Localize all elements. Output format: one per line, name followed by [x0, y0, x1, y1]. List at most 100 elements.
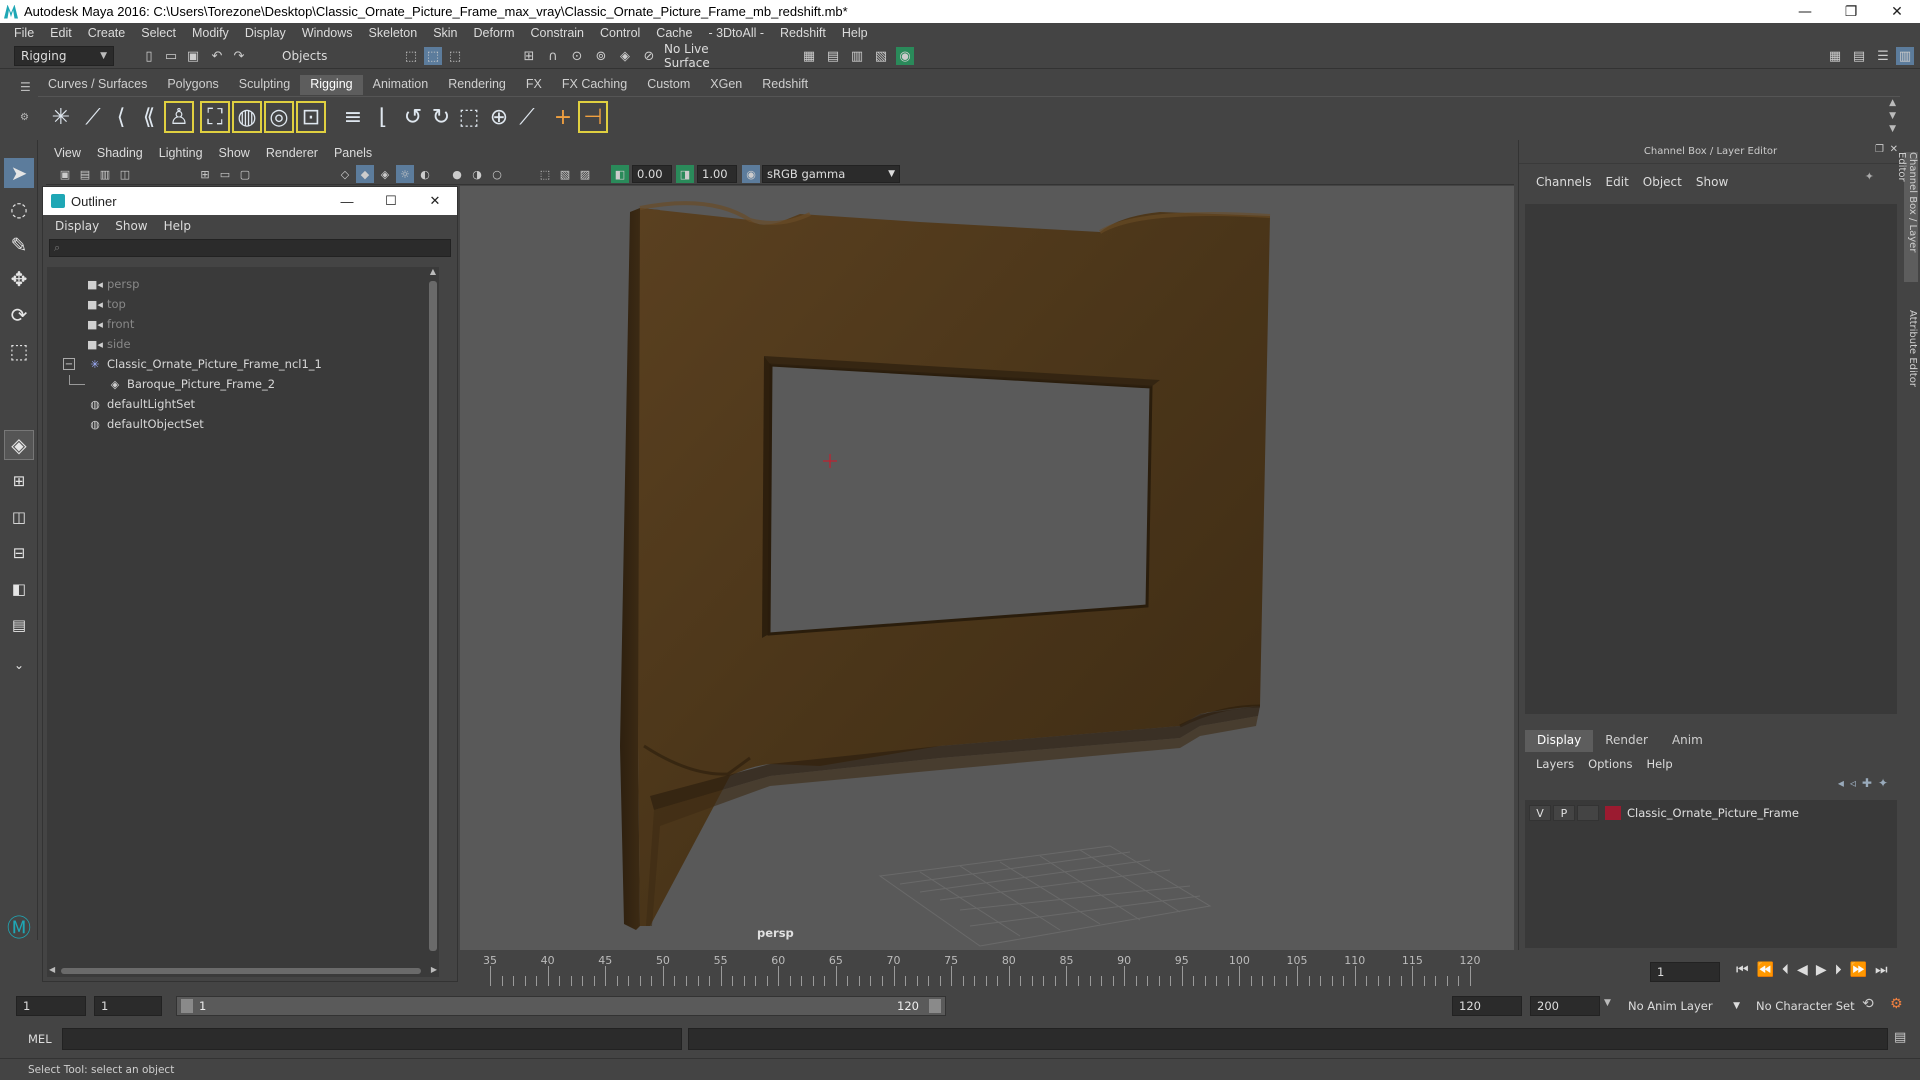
outliner-item-default-object-set[interactable]: ◍ defaultObjectSet — [87, 415, 204, 433]
joint-tool-icon[interactable]: ✳ — [46, 101, 76, 133]
toggle-channel-box-icon[interactable]: ▥ — [1896, 47, 1914, 65]
outliner-item-baroque-mesh[interactable]: ◈ Baroque_Picture_Frame_2 — [107, 375, 275, 393]
shelf-tab-fx[interactable]: FX — [516, 75, 552, 95]
command-input[interactable] — [62, 1028, 682, 1050]
snap-surface-icon[interactable]: ◈ — [616, 47, 634, 65]
play-back-icon[interactable]: ◀ — [1797, 962, 1808, 978]
perspective-viewport[interactable]: persp — [460, 186, 1514, 950]
insert-joint-icon[interactable]: ⌊ — [368, 101, 398, 133]
constraint-icon[interactable]: ⊣ — [578, 101, 608, 133]
paint-weights-icon[interactable]: ⊡ — [296, 101, 326, 133]
picture-frame-model[interactable] — [620, 201, 1271, 930]
channel-box-area[interactable] — [1525, 204, 1897, 714]
menu-cache[interactable]: Cache — [648, 26, 700, 40]
image-plane-icon[interactable]: ▥ — [96, 165, 114, 183]
snap-curve-icon[interactable]: ∩ — [544, 47, 562, 65]
shelf-tab-custom[interactable]: Custom — [637, 75, 700, 95]
paint-select-icon[interactable]: ✎ — [4, 230, 34, 260]
menu-file[interactable]: File — [6, 26, 42, 40]
minimize-button[interactable]: — — [1782, 0, 1828, 23]
toggle-modeling-toolkit-icon[interactable]: ▦ — [1826, 47, 1844, 65]
new-layer-selected-icon[interactable]: ✦ — [1878, 776, 1888, 790]
outliner-minimize-button[interactable]: — — [325, 194, 369, 209]
shelf-tab-animation[interactable]: Animation — [363, 75, 439, 95]
outliner-vertical-scrollbar[interactable]: ▲ ▼ — [427, 267, 439, 973]
menu-skeleton[interactable]: Skeleton — [361, 26, 426, 40]
shelf-tab-sculpting[interactable]: Sculpting — [229, 75, 300, 95]
gamma-icon[interactable]: ◨ — [676, 165, 694, 183]
render-view-icon[interactable]: ▧ — [872, 47, 890, 65]
scroll-right-arrow-icon[interactable]: ▶ — [431, 965, 437, 974]
textured-icon[interactable]: ◈ — [376, 165, 394, 183]
menu-help[interactable]: Help — [834, 26, 876, 40]
color-space-dropdown[interactable]: sRGB gamma ▼ — [762, 165, 900, 183]
ik-handle-icon[interactable]: ⟋ — [78, 101, 108, 133]
show-manipulator-icon[interactable]: ◈ — [4, 430, 34, 460]
layers-menu[interactable]: Layers — [1529, 757, 1581, 771]
auto-key-icon[interactable]: ⟲ — [1862, 996, 1874, 1012]
bookmark-icon[interactable]: ▤ — [76, 165, 94, 183]
outliner-item-front[interactable]: ■◂ front — [87, 315, 134, 333]
menu-3dtoall[interactable]: - 3DtoAll - — [700, 26, 772, 40]
shadows-icon[interactable]: ◐ — [416, 165, 434, 183]
layer-color-swatch[interactable] — [1605, 806, 1621, 820]
ipr-render-icon[interactable]: ▥ — [848, 47, 866, 65]
mirror-joint-icon[interactable]: ⟪ — [134, 101, 164, 133]
new-scene-icon[interactable]: ▯ — [140, 47, 158, 65]
float-panel-icon[interactable]: ❐ — [1875, 144, 1884, 155]
quick-rig-icon[interactable]: ⛶ — [200, 101, 230, 133]
scrollbar-thumb[interactable] — [429, 281, 437, 951]
outliner-close-button[interactable]: ✕ — [413, 193, 457, 209]
outliner-item-default-light-set[interactable]: ◍ defaultLightSet — [87, 395, 195, 413]
outliner-menu-help[interactable]: Help — [156, 219, 199, 233]
toggle-tool-settings-icon[interactable]: ☰ — [1874, 47, 1892, 65]
step-forward-frame-icon[interactable]: ⏵ — [1835, 962, 1842, 978]
shelf-tab-fx-caching[interactable]: FX Caching — [552, 75, 637, 95]
layer-tab-display[interactable]: Display — [1525, 730, 1594, 752]
xray-icon[interactable]: ▧ — [556, 165, 574, 183]
layer-tab-render[interactable]: Render — [1593, 730, 1660, 752]
film-gate-icon[interactable]: ▭ — [216, 165, 234, 183]
gamma-field[interactable]: 1.00 — [697, 165, 737, 183]
character-set-dropdown[interactable]: No Character Set — [1748, 996, 1876, 1016]
menu-deform[interactable]: Deform — [466, 26, 523, 40]
shelf-tab-rendering[interactable]: Rendering — [438, 75, 516, 95]
smooth-shade-icon[interactable]: ◆ — [356, 165, 374, 183]
outliner-item-frame-group[interactable]: − ✳ Classic_Ornate_Picture_Frame_ncl1_1 — [63, 355, 322, 373]
grid-toggle-icon[interactable]: ⊞ — [196, 165, 214, 183]
move-layer-up-icon[interactable]: ◂ — [1838, 776, 1844, 790]
locator-icon[interactable]: + — [548, 101, 578, 133]
move-tool-icon[interactable]: ✥ — [4, 264, 34, 294]
layout-single-icon[interactable]: ⊞ — [4, 466, 34, 496]
time-slider[interactable]: 35 40 45 50 55 60 65 70 75 80 85 90 95 100 105 110 115 12… — [460, 952, 1514, 986]
smooth-bind-icon[interactable]: ◎ — [264, 101, 294, 133]
ambient-occlusion-icon[interactable]: ● — [448, 165, 466, 183]
select-tool-icon[interactable]: ➤ — [4, 158, 34, 188]
anim-layer-dropdown[interactable]: No Anim Layer ▼ — [1620, 996, 1740, 1016]
live-surface-field[interactable]: No Live Surface — [658, 42, 758, 70]
panel-menu-show[interactable]: Show — [211, 146, 258, 160]
layer-help-menu[interactable]: Help — [1639, 757, 1679, 771]
shelf-settings-icon[interactable]: ⚙ — [20, 112, 29, 123]
script-editor-icon[interactable]: ▤ — [1894, 1030, 1906, 1045]
play-forward-icon[interactable]: ▶ — [1816, 962, 1827, 978]
outliner-menu-show[interactable]: Show — [107, 219, 155, 233]
layer-visibility-toggle[interactable]: V — [1529, 805, 1551, 821]
menu-modify[interactable]: Modify — [184, 26, 237, 40]
step-forward-key-icon[interactable]: ⏩ — [1850, 962, 1867, 978]
panel-menu-shading[interactable]: Shading — [89, 146, 151, 160]
animation-preferences-icon[interactable]: ⚙ — [1890, 996, 1903, 1012]
camera-attributes-icon[interactable]: ▣ — [56, 165, 74, 183]
outliner-item-top[interactable]: ■◂ top — [87, 295, 126, 313]
layer-row[interactable]: V P Classic_Ornate_Picture_Frame — [1529, 804, 1799, 822]
ik-spline-icon[interactable]: ⟨ — [106, 101, 136, 133]
shelf-tab-rigging[interactable]: Rigging — [300, 75, 363, 95]
menu-edit[interactable]: Edit — [42, 26, 80, 40]
orient-joint-icon[interactable]: ≡ — [338, 101, 368, 133]
move-layer-down-icon[interactable]: ◃ — [1850, 776, 1856, 790]
script-language-toggle[interactable]: MEL — [28, 1032, 52, 1046]
object-menu[interactable]: Object — [1636, 175, 1689, 189]
color-management-icon[interactable]: ◉ — [742, 165, 760, 183]
layer-tab-anim[interactable]: Anim — [1660, 730, 1715, 752]
antialias-icon[interactable]: ○ — [488, 165, 506, 183]
